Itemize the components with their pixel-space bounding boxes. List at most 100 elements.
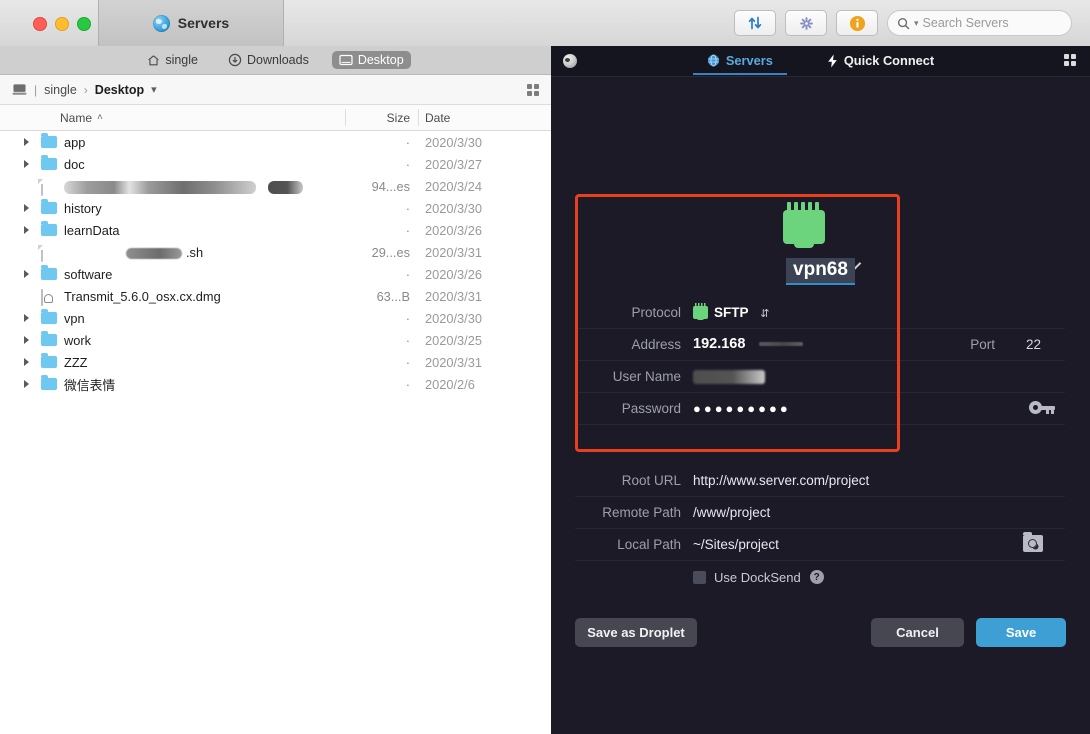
save-as-droplet-button[interactable]: Save as Droplet: [575, 618, 697, 647]
stepper-icon[interactable]: ⇵: [760, 308, 769, 320]
search-servers-field[interactable]: ▾ Search Servers: [887, 10, 1072, 36]
file-date: 2020/3/26: [425, 222, 482, 238]
grid-view-icon[interactable]: [527, 84, 539, 96]
table-row[interactable]: history · 2020/3/30: [0, 197, 551, 219]
address-redaction: [759, 342, 804, 346]
disclosure-triangle-icon[interactable]: [24, 160, 29, 168]
disclosure-triangle-icon[interactable]: [24, 380, 29, 388]
disclosure-triangle-icon[interactable]: [24, 358, 29, 366]
favorite-label: single: [165, 53, 198, 67]
file-date: 2020/3/31: [425, 244, 482, 260]
favorite-desktop[interactable]: Desktop: [331, 51, 411, 69]
address-input[interactable]: 192.168: [693, 336, 745, 352]
favorites-bar: single Downloads Desktop: [0, 46, 551, 75]
grid-view-icon[interactable]: [1064, 54, 1076, 66]
local-path-input[interactable]: ~/Sites/project: [693, 537, 779, 552]
help-circle-icon[interactable]: ?: [809, 570, 824, 584]
sync-asterisk-icon: [799, 16, 813, 30]
breadcrumb-parent[interactable]: single: [44, 83, 77, 97]
file-name: software: [64, 266, 113, 282]
table-row[interactable]: .sh 29...es 2020/3/31: [0, 241, 551, 263]
protocol-label: Protocol: [631, 304, 681, 320]
remote-path-label: Remote Path: [602, 504, 681, 520]
key-icon[interactable]: [1029, 401, 1055, 414]
folder-search-icon[interactable]: [1023, 532, 1043, 552]
file-date: 2020/3/24: [425, 178, 482, 194]
file-size: ·: [405, 332, 410, 348]
tab-servers[interactable]: Servers: [693, 47, 787, 75]
file-size: 63...B: [376, 288, 410, 304]
file-size: ·: [405, 354, 410, 370]
file-name: history: [64, 200, 102, 216]
disk-image-icon: [41, 288, 57, 306]
protocol-select[interactable]: SFTP ⇵: [693, 302, 770, 320]
field-row-username: User Name: [575, 360, 1065, 393]
table-row[interactable]: work · 2020/3/25: [0, 329, 551, 351]
servers-panel-tabbar: Servers Quick Connect: [551, 46, 1090, 77]
save-button[interactable]: Save: [976, 618, 1066, 647]
table-row[interactable]: 微信表情 · 2020/2/6: [0, 373, 551, 395]
disclosure-triangle-icon[interactable]: [24, 138, 29, 146]
column-header-size[interactable]: Size: [350, 111, 410, 125]
favorite-downloads[interactable]: Downloads: [221, 51, 316, 69]
column-header-date[interactable]: Date: [425, 111, 450, 125]
column-header-name[interactable]: Name ˄: [0, 111, 103, 125]
tab-label: Servers: [725, 53, 773, 68]
globe-icon[interactable]: [563, 54, 577, 68]
breadcrumb-current[interactable]: Desktop: [95, 83, 144, 97]
docksend-label: Use DockSend: [714, 569, 801, 585]
window-tab-servers[interactable]: Servers: [98, 0, 284, 46]
port-input[interactable]: 22: [1026, 337, 1041, 352]
username-input[interactable]: [693, 368, 765, 384]
computer-icon: [12, 84, 27, 95]
table-row[interactable]: Transmit_5.6.0_osx.cx.dmg 63...B 2020/3/31: [0, 285, 551, 307]
close-window-button[interactable]: [33, 17, 47, 31]
search-scope-chevron-icon[interactable]: ▾: [914, 18, 919, 29]
table-row[interactable]: vpn · 2020/3/30: [0, 307, 551, 329]
redacted-filename: [126, 247, 182, 259]
table-row[interactable]: app · 2020/3/30: [0, 131, 551, 153]
table-row[interactable]: 94...es 2020/3/24: [0, 175, 551, 197]
column-name-label: Name: [60, 110, 93, 125]
favorite-single[interactable]: single: [140, 51, 205, 69]
table-row[interactable]: ZZZ · 2020/3/31: [0, 351, 551, 373]
file-date: 2020/3/30: [425, 134, 482, 150]
server-name-input[interactable]: vpn68: [786, 258, 855, 285]
file-name: [64, 178, 303, 194]
tab-quick-connect[interactable]: Quick Connect: [813, 47, 948, 75]
disclosure-triangle-icon[interactable]: [24, 314, 29, 322]
remote-path-input[interactable]: /www/project: [693, 505, 770, 520]
password-input[interactable]: ●●●●●●●●●: [693, 401, 791, 416]
disclosure-triangle-icon[interactable]: [24, 226, 29, 234]
chevron-down-icon[interactable]: ▾: [151, 83, 157, 96]
table-row[interactable]: learnData · 2020/3/26: [0, 219, 551, 241]
disclosure-triangle-icon[interactable]: [24, 204, 29, 212]
table-row[interactable]: software · 2020/3/26: [0, 263, 551, 285]
folder-icon: [41, 198, 57, 215]
username-label: User Name: [612, 368, 681, 384]
redacted-filename: [64, 180, 256, 194]
folder-icon: [41, 374, 57, 391]
minimize-window-button[interactable]: [55, 17, 69, 31]
info-button[interactable]: [836, 10, 878, 36]
docksend-checkbox[interactable]: [693, 570, 706, 584]
root-url-input[interactable]: http://www.server.com/project: [693, 473, 869, 488]
transfers-button[interactable]: [734, 10, 776, 36]
cancel-button[interactable]: Cancel: [871, 618, 964, 647]
docksend-row: Use DockSend ?: [575, 564, 1065, 590]
disclosure-triangle-icon[interactable]: [24, 336, 29, 344]
disclosure-triangle-icon[interactable]: [24, 270, 29, 278]
file-name: .sh: [64, 245, 203, 260]
file-size: ·: [405, 222, 410, 238]
table-row[interactable]: doc · 2020/3/27: [0, 153, 551, 175]
zoom-window-button[interactable]: [77, 17, 91, 31]
file-list: app · 2020/3/30 doc · 2020/3/27 94...es 2020/3/…: [0, 131, 551, 395]
favorite-label: Downloads: [246, 53, 309, 67]
file-date: 2020/3/31: [425, 288, 482, 304]
sync-button[interactable]: [785, 10, 827, 36]
search-icon: [897, 17, 910, 29]
ethernet-plug-icon[interactable]: [783, 202, 827, 248]
tab-label: Quick Connect: [843, 53, 935, 68]
file-date: 2020/3/30: [425, 200, 482, 216]
toolbar-buttons: ▾ Search Servers: [734, 10, 1072, 36]
